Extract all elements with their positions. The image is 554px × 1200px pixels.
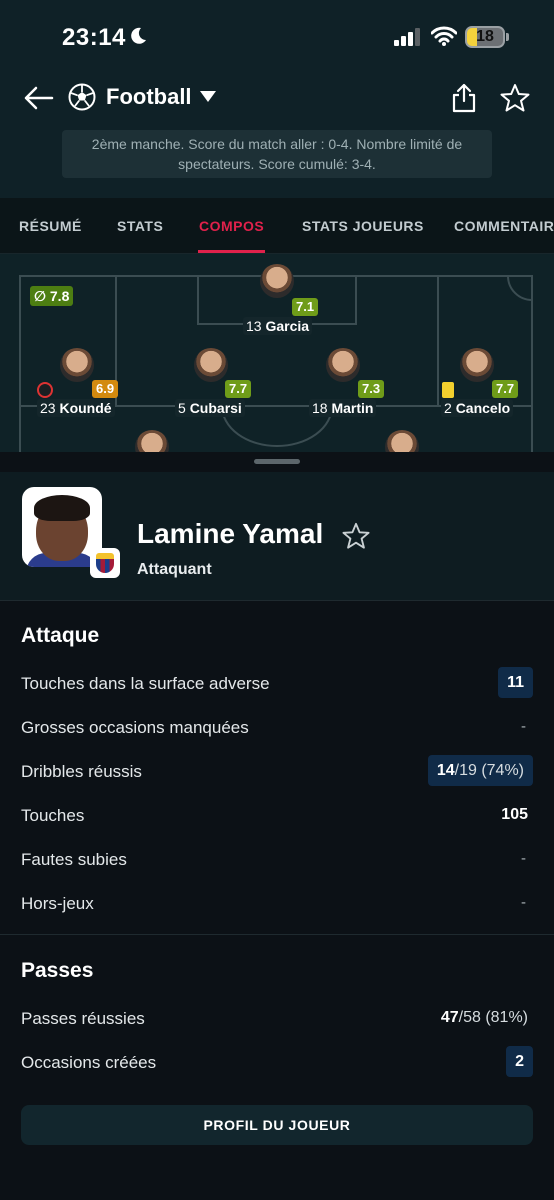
banner-line-1: 2ème manche. Score du match aller : 0-4.… xyxy=(91,136,463,152)
player-number: 23 xyxy=(40,400,56,416)
stat-row: Passes réussies 47/58 (81%) xyxy=(21,1001,533,1035)
tab-commentaires[interactable]: COMMENTAIR xyxy=(454,218,554,234)
status-bar: 23:14 18 xyxy=(0,0,554,70)
sheet-drag-handle[interactable] xyxy=(254,459,300,464)
player-label-cubarsi[interactable]: 5 Cubarsi xyxy=(175,399,245,417)
wifi-icon xyxy=(431,26,457,46)
player-rating: 7.7 xyxy=(492,380,519,398)
divider xyxy=(0,600,554,601)
battery-icon: 18 xyxy=(465,26,505,48)
stat-label: Touches dans la surface adverse xyxy=(21,674,270,693)
player-number: 5 xyxy=(178,400,186,416)
team-rating-value: 7.8 xyxy=(49,288,70,304)
active-tab-indicator xyxy=(198,250,265,253)
player-number: 2 xyxy=(444,400,452,416)
section-title-attaque: Attaque xyxy=(21,624,100,647)
status-time: 23:14 xyxy=(62,24,126,51)
battery-tip xyxy=(506,33,509,41)
player-name: Martin xyxy=(331,400,374,416)
player-name: Cancelo xyxy=(455,400,511,416)
stat-value: 105 xyxy=(501,806,528,823)
nav-bar: Football xyxy=(0,72,554,124)
stat-label: Occasions créées xyxy=(21,1053,157,1072)
player-label-kounde[interactable]: 23 Koundé xyxy=(37,399,115,417)
tab-bar: RÉSUMÉ STATS COMPOS STATS JOUEURS COMMEN… xyxy=(0,198,554,254)
stat-row: Dribbles réussis 14/19 (74%) xyxy=(21,754,533,788)
stat-label: Dribbles réussis xyxy=(21,762,142,781)
sport-selector-label[interactable]: Football xyxy=(106,84,192,110)
stat-value: - xyxy=(521,850,526,867)
stat-value-bold: 47 xyxy=(440,1009,459,1026)
stat-value-highlight: 11 xyxy=(498,667,533,698)
divider xyxy=(0,934,554,935)
cellular-signal-icon xyxy=(394,28,420,46)
stat-value-highlight: 14/19 (74%) xyxy=(427,755,533,786)
stat-label: Touches xyxy=(21,806,85,825)
player-header: Lamine Yamal Attaquant xyxy=(0,472,554,600)
stat-label: Fautes subies xyxy=(21,850,127,869)
stat-row: Hors-jeux - xyxy=(21,886,533,920)
yellow-card-icon xyxy=(442,382,454,398)
player-rating: 6.9 xyxy=(92,380,119,398)
banner-line-2: spectateurs. Score cumulé: 3-4. xyxy=(178,156,376,172)
player-rating: 7.3 xyxy=(358,380,385,398)
fc-barcelona-crest-icon xyxy=(96,553,114,573)
match-info-banner: 2ème manche. Score du match aller : 0-4.… xyxy=(62,130,492,178)
tab-stats[interactable]: STATS xyxy=(117,218,163,234)
stat-label: Grosses occasions manquées xyxy=(21,718,249,737)
follow-player-star-icon[interactable] xyxy=(342,522,370,550)
player-label-cancelo[interactable]: 2 Cancelo xyxy=(441,399,514,417)
player-profile-button[interactable]: PROFIL DU JOUEUR xyxy=(21,1105,533,1145)
stat-label: Passes réussies xyxy=(21,1009,145,1028)
player-photo-cancelo[interactable] xyxy=(460,348,494,382)
player-number: 18 xyxy=(312,400,328,416)
stat-value: 47/58 (81%) xyxy=(441,1009,528,1027)
stat-row: Grosses occasions manquées - xyxy=(21,710,533,744)
stat-value: - xyxy=(521,894,526,911)
player-position: Attaquant xyxy=(137,561,212,578)
average-symbol: ∅ xyxy=(34,288,50,304)
team-average-rating: ∅ 7.8 xyxy=(30,286,74,306)
stat-row: Fautes subies - xyxy=(21,842,533,876)
moon-icon xyxy=(131,27,146,44)
player-rating: 7.7 xyxy=(225,380,252,398)
substitution-icon xyxy=(37,382,53,398)
top-header: 23:14 18 Football 2ème manche. Score du … xyxy=(0,0,554,198)
chevron-down-icon[interactable] xyxy=(200,91,216,103)
tab-resume[interactable]: RÉSUMÉ xyxy=(19,218,82,234)
player-name: Garcia xyxy=(265,318,310,334)
player-name: Koundé xyxy=(59,400,112,416)
stat-value-highlight: 2 xyxy=(506,1046,533,1077)
share-icon[interactable] xyxy=(450,82,478,114)
stat-value-rest: /58 (81%) xyxy=(458,1009,528,1026)
back-arrow-icon[interactable] xyxy=(22,82,54,114)
player-stats-sheet: Lamine Yamal Attaquant Attaque Touches d… xyxy=(0,452,554,1200)
stat-row: Touches 105 xyxy=(21,798,533,832)
player-photo-garcia[interactable] xyxy=(260,264,294,298)
player-photo-cubarsi[interactable] xyxy=(194,348,228,382)
club-badge-icon xyxy=(90,548,120,578)
football-icon[interactable] xyxy=(68,83,96,111)
stat-value-bold: 14 xyxy=(436,762,455,779)
lineup-pitch: ∅ 7.8 7.1 13 Garcia 6.9 23 Koundé 7.7 5 … xyxy=(0,254,554,454)
section-title-passes: Passes xyxy=(21,959,94,982)
stat-value-rest: /19 (74%) xyxy=(454,762,524,779)
stat-row: Occasions créées 2 xyxy=(21,1045,533,1079)
battery-level: 18 xyxy=(476,28,494,45)
player-number: 13 xyxy=(246,318,262,334)
player-rating: 7.1 xyxy=(292,298,319,316)
player-name: Cubarsi xyxy=(189,400,242,416)
favorite-star-icon[interactable] xyxy=(500,83,530,113)
player-photo-martin[interactable] xyxy=(326,348,360,382)
tab-compos[interactable]: COMPOS xyxy=(199,218,264,234)
player-photo-kounde[interactable] xyxy=(60,348,94,382)
player-label-martin[interactable]: 18 Martin xyxy=(309,399,377,417)
stat-row: Touches dans la surface adverse 11 xyxy=(21,666,533,700)
player-name: Lamine Yamal xyxy=(137,518,324,549)
stat-value: - xyxy=(521,718,526,735)
player-label-garcia[interactable]: 13 Garcia xyxy=(243,317,313,335)
avatar-hair xyxy=(34,495,90,521)
stat-label: Hors-jeux xyxy=(21,894,94,913)
tab-stats-joueurs[interactable]: STATS JOUEURS xyxy=(302,218,424,234)
